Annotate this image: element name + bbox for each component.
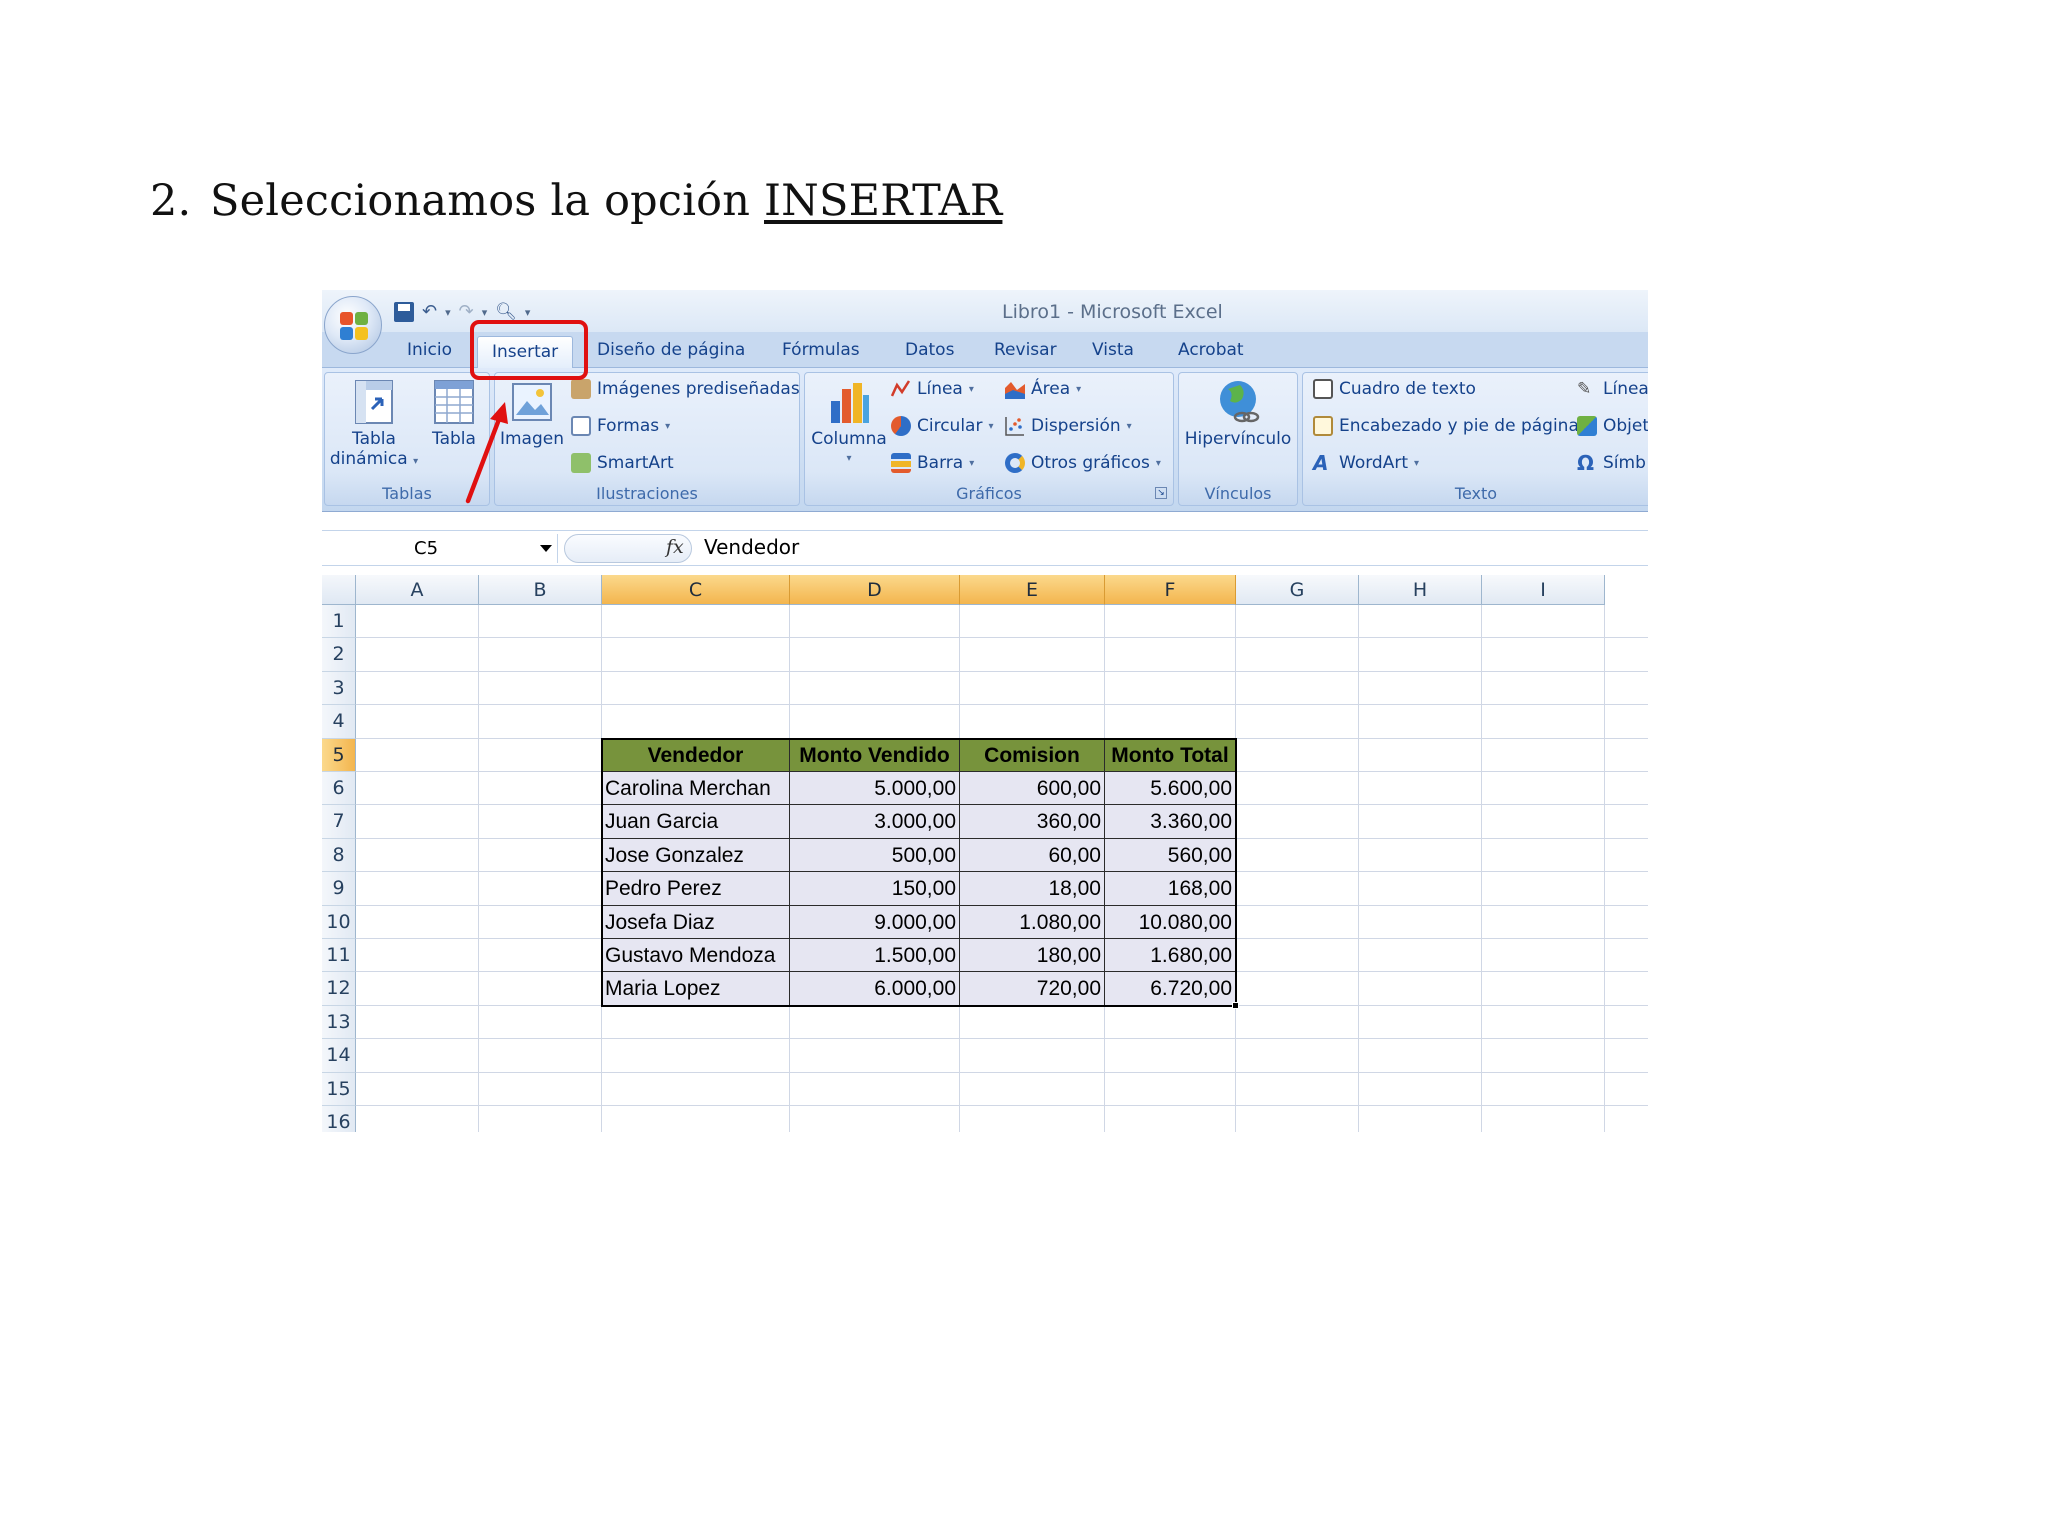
annotation-arrow [465,402,508,504]
heading-text: Seleccionamos la opción [210,176,764,226]
slide-heading: 2. Seleccionamos la opción INSERTAR [150,176,1002,226]
office-logo-icon [340,312,368,340]
heading-emphasis: INSERTAR [764,176,1003,226]
step-number: 2. [150,176,192,226]
excel-screenshot: ↶ ▾ ↷ ▾ 🔍︎ ▾ Libro1 - Microsoft Excel In… [322,290,1648,1132]
office-button[interactable] [324,296,382,354]
